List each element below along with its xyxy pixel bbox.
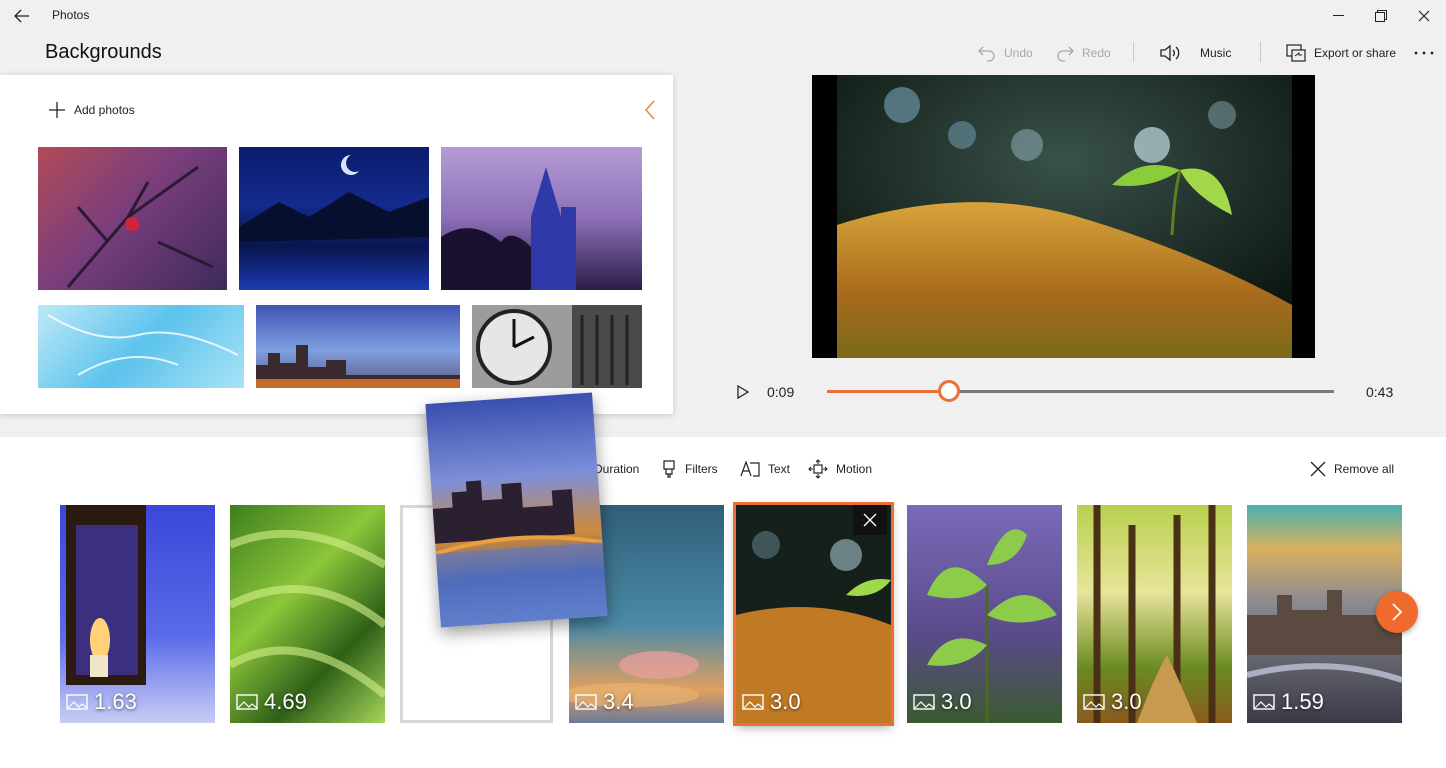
video-preview[interactable] xyxy=(812,75,1315,358)
close-icon xyxy=(1310,461,1326,477)
add-photos-label: Add photos xyxy=(74,103,135,117)
card-duration: 3.0 xyxy=(742,689,801,715)
image-icon xyxy=(913,694,935,710)
speaker-icon xyxy=(1160,44,1180,62)
duration-label: Duration xyxy=(594,462,640,476)
minimize-icon xyxy=(1332,15,1344,16)
storyboard-card[interactable]: 1.63 xyxy=(60,505,215,723)
card-duration: 3.4 xyxy=(575,689,634,715)
remove-all-label: Remove all xyxy=(1334,462,1395,476)
seek-progress xyxy=(827,390,949,393)
command-bar: Undo Redo Music Export or share xyxy=(946,40,1446,68)
remove-all-button[interactable]: Remove all xyxy=(1310,459,1394,479)
close-icon xyxy=(1418,10,1430,22)
play-button[interactable] xyxy=(734,383,752,401)
castle-graphic xyxy=(441,167,576,290)
image-icon xyxy=(575,694,597,710)
library-photo-berry-branch[interactable] xyxy=(38,147,227,290)
filters-button[interactable]: Filters xyxy=(661,459,718,479)
undo-icon xyxy=(978,46,995,62)
duration-button[interactable]: Duration xyxy=(594,459,639,479)
motion-icon xyxy=(808,459,828,479)
title-bar: Photos xyxy=(0,0,1446,32)
library-photo-castle[interactable] xyxy=(441,147,642,290)
undo-button[interactable]: Undo xyxy=(978,40,1033,66)
chevron-left-icon xyxy=(645,100,655,120)
card-duration: 1.59 xyxy=(1253,689,1324,715)
export-share-button[interactable]: Export or share xyxy=(1286,40,1396,66)
clock-tower-graphic xyxy=(476,305,642,388)
collapse-panel-button[interactable] xyxy=(640,99,660,121)
add-photos-button[interactable]: Add photos xyxy=(48,101,135,119)
seek-slider[interactable] xyxy=(827,380,1334,402)
minimize-button[interactable] xyxy=(1315,0,1361,32)
divider xyxy=(1260,42,1261,62)
storyboard-card-selected[interactable]: 3.0 xyxy=(733,502,894,726)
redo-button[interactable]: Redo xyxy=(1056,40,1111,66)
storyboard-card[interactable]: 3.0 xyxy=(907,505,1062,723)
text-button[interactable]: Text xyxy=(740,459,790,479)
moss-sprout-image xyxy=(837,75,1292,358)
total-time: 0:43 xyxy=(1366,384,1394,400)
library-panel: Add photos xyxy=(0,75,673,414)
ice-graphic xyxy=(47,314,239,376)
more-button[interactable] xyxy=(1414,40,1434,66)
restore-button[interactable] xyxy=(1358,0,1404,32)
back-button[interactable] xyxy=(8,4,36,28)
redo-icon xyxy=(1057,46,1074,62)
image-icon xyxy=(66,694,88,710)
play-icon xyxy=(737,385,749,399)
motion-label: Motion xyxy=(836,462,873,476)
image-icon xyxy=(236,694,258,710)
motion-button[interactable]: Motion xyxy=(808,459,872,479)
app-title: Photos xyxy=(52,8,90,22)
card-duration: 3.0 xyxy=(1083,689,1142,715)
music-button[interactable]: Music xyxy=(1160,40,1231,66)
library-photo-ice[interactable] xyxy=(38,305,244,388)
page-title: Backgrounds xyxy=(45,41,162,63)
text-icon xyxy=(740,461,760,477)
undo-label: Undo xyxy=(1004,46,1033,60)
export-icon xyxy=(1286,44,1306,62)
library-photo-moonlit-lake[interactable] xyxy=(239,147,429,290)
next-page-button[interactable] xyxy=(1376,591,1418,633)
close-icon xyxy=(863,513,877,527)
redo-label: Redo xyxy=(1082,46,1111,60)
storyboard-card[interactable]: 3.0 xyxy=(1077,505,1232,723)
card-duration: 3.0 xyxy=(913,689,972,715)
storyboard-card[interactable]: 4.69 xyxy=(230,505,385,723)
filters-icon xyxy=(663,460,675,478)
library-photo-clock-tower[interactable] xyxy=(472,305,642,388)
restore-icon xyxy=(1375,10,1387,22)
filters-label: Filters xyxy=(685,462,718,476)
dragged-photo[interactable] xyxy=(425,392,608,628)
berry-branch-graphic xyxy=(66,165,214,288)
text-label: Text xyxy=(768,462,791,476)
moonlit-lake-graphic xyxy=(239,155,429,242)
export-label: Export or share xyxy=(1314,46,1397,60)
card-duration: 4.69 xyxy=(236,689,307,715)
image-icon xyxy=(1253,694,1275,710)
plus-icon xyxy=(49,102,65,118)
close-button[interactable] xyxy=(1401,0,1446,32)
card-duration: 1.63 xyxy=(66,689,137,715)
image-icon xyxy=(742,694,764,710)
more-icon xyxy=(1414,51,1434,55)
seek-handle[interactable] xyxy=(937,380,960,402)
city-bridge-graphic xyxy=(432,480,608,628)
card-remove-button[interactable] xyxy=(853,505,887,535)
music-label: Music xyxy=(1200,46,1232,60)
divider xyxy=(1133,42,1134,62)
image-icon xyxy=(1083,694,1105,710)
current-time: 0:09 xyxy=(767,384,795,400)
chevron-right-icon xyxy=(1392,603,1403,621)
skyline-graphic xyxy=(256,345,460,388)
library-photo-skyline[interactable] xyxy=(256,305,460,388)
back-arrow-icon xyxy=(14,9,29,23)
